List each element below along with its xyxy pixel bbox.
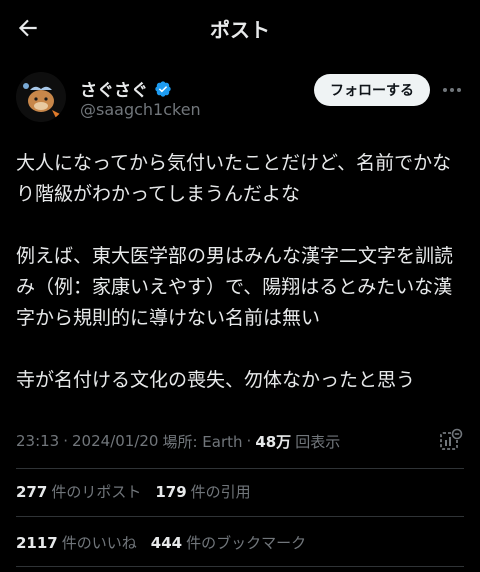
- avatar[interactable]: [16, 72, 66, 122]
- analytics-button[interactable]: [438, 428, 464, 454]
- display-name[interactable]: さぐさぐ: [80, 76, 148, 101]
- meta-separator: ·: [246, 432, 252, 450]
- likes-count: 2117: [16, 533, 58, 552]
- divider: [16, 566, 464, 567]
- page-title: ポスト: [210, 17, 270, 42]
- user-handle[interactable]: @saagch1cken: [80, 100, 201, 119]
- views-count: 48万: [255, 432, 292, 451]
- post-paragraph: 寺が名付ける文化の喪失、勿体なかったと思う: [16, 369, 416, 391]
- back-button[interactable]: [12, 12, 44, 44]
- analytics-icon: [440, 428, 463, 450]
- likes-label: 件のいいね: [61, 533, 137, 552]
- top-bar: ポスト: [0, 0, 480, 56]
- stats-row-engagement: 277 件のリポスト 179 件の引用: [16, 479, 464, 503]
- reposts-stat[interactable]: 277 件のリポスト: [16, 481, 141, 502]
- post-text: 大人になってから気付いたことだけど、名前でかなり階級がわかってしまうんだよな 例…: [16, 148, 466, 396]
- post-author: さぐさぐ @saagch1cken フォローする: [16, 70, 464, 126]
- meta-separator: ·: [63, 432, 69, 450]
- follow-button[interactable]: フォローする: [314, 74, 430, 106]
- post-meta: 23:13 · 2024/01/20 場所: Earth · 48万 回表示: [16, 428, 464, 454]
- arrow-left-icon: [18, 19, 37, 37]
- reposts-count: 277: [16, 482, 48, 501]
- likes-stat[interactable]: 2117 件のいいね: [16, 532, 137, 553]
- bookmarks-count: 444: [150, 533, 183, 552]
- post-time[interactable]: 23:13: [16, 432, 59, 450]
- post-location: 場所: Earth: [162, 432, 243, 451]
- bookmarks-label: 件のブックマーク: [186, 533, 307, 552]
- post-paragraph: 大人になってから気付いたことだけど、名前でかなり階級がわかってしまうんだよな: [16, 152, 452, 205]
- verified-badge-icon: [155, 80, 171, 97]
- bookmarks-stat[interactable]: 444 件のブックマーク: [151, 532, 306, 553]
- views-label: 回表示: [295, 432, 341, 451]
- post-date[interactable]: 2024/01/20: [72, 432, 158, 450]
- divider: [16, 516, 464, 517]
- quotes-label: 件の引用: [190, 482, 251, 501]
- quotes-stat[interactable]: 179 件の引用: [155, 481, 250, 502]
- stats-row-reactions: 2117 件のいいね 444 件のブックマーク: [16, 530, 464, 554]
- more-dots-icon[interactable]: [440, 80, 464, 100]
- reposts-label: 件のリポスト: [51, 482, 142, 501]
- divider: [16, 468, 464, 469]
- post-paragraph: 例えば、東大医学部の男はみんな漢字二文字を訓読み（例：家康いえやす）で、陽翔はる…: [16, 245, 454, 329]
- avatar-image: [16, 72, 66, 122]
- quotes-count: 179: [155, 482, 187, 501]
